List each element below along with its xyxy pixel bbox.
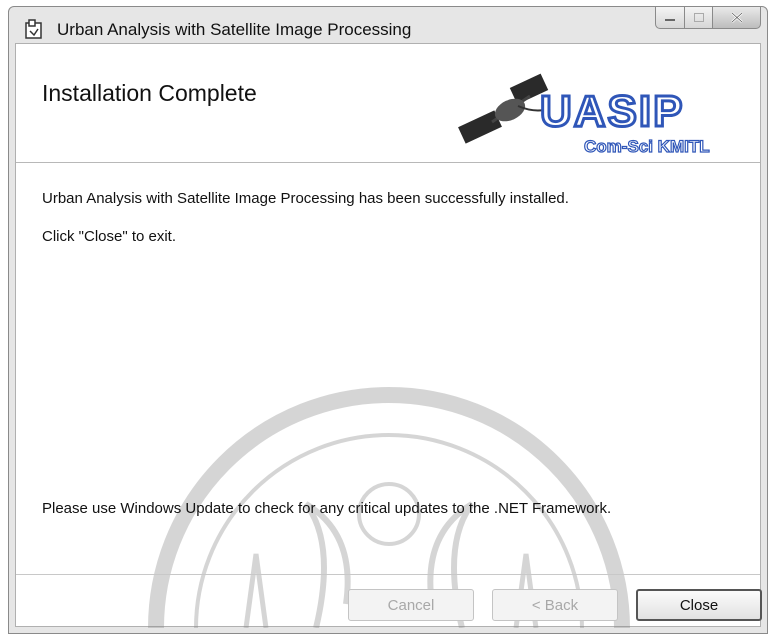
page-title: Installation Complete <box>42 80 257 106</box>
satellite-icon <box>458 73 549 144</box>
title-bar[interactable]: Urban Analysis with Satellite Image Proc… <box>9 7 767 47</box>
close-instruction: Click "Close" to exit. <box>42 228 177 245</box>
university-seal-watermark <box>148 387 630 628</box>
success-message: Urban Analysis with Satellite Image Proc… <box>42 190 569 207</box>
cancel-button[interactable]: Cancel <box>348 589 474 621</box>
back-button[interactable]: < Back <box>492 589 618 621</box>
window-title: Urban Analysis with Satellite Image Proc… <box>57 20 412 39</box>
button-divider <box>16 574 760 575</box>
close-icon <box>730 12 743 23</box>
window-controls <box>655 7 761 33</box>
close-window-button[interactable] <box>713 7 761 29</box>
logo-subtext: Com-Sci KMITL <box>584 137 710 156</box>
minimize-button[interactable] <box>655 7 685 29</box>
maximize-icon <box>693 13 704 22</box>
dotnet-update-note: Please use Windows Update to check for a… <box>42 500 612 517</box>
close-button[interactable]: Close <box>636 589 762 621</box>
installer-window: Urban Analysis with Satellite Image Proc… <box>8 6 768 634</box>
uasip-logo: UASIP Com-Sci KMITL <box>458 73 710 157</box>
installer-icon <box>25 19 42 39</box>
wizard-content: Installation Complete UASIP Com-Sci KMIT… <box>15 43 762 628</box>
wizard-header: Installation Complete UASIP Com-Sci KMIT… <box>16 44 760 163</box>
logo-text: UASIP <box>540 87 684 136</box>
minimize-icon <box>665 18 675 21</box>
maximize-button[interactable] <box>685 7 713 29</box>
